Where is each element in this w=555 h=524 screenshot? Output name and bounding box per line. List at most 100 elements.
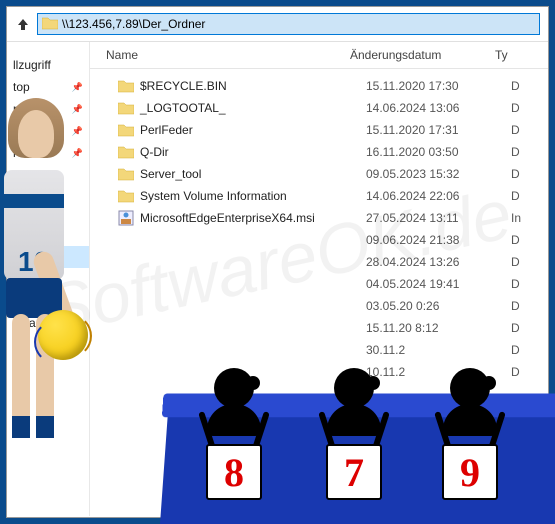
sidebar-item[interactable]: nloads 📌	[7, 98, 89, 120]
file-type-text: D	[511, 321, 520, 335]
file-row[interactable]: $RECYCLE.BIN 15.11.2020 17:30D	[90, 75, 548, 97]
file-type-text: D	[511, 123, 520, 137]
pin-icon: 📌	[72, 126, 83, 137]
sidebar-item[interactable]: mente 📌	[7, 120, 89, 142]
column-modified[interactable]: Änderungsdatum	[350, 48, 495, 62]
file-name-cell: PerlFeder	[118, 123, 366, 137]
file-name-text: MicrosoftEdgeEnterpriseX64.msi	[140, 211, 315, 225]
sidebar-item[interactable]: Objekte	[7, 202, 89, 224]
sidebar-item[interactable]: umente	[7, 290, 89, 312]
file-row[interactable]: PerlFeder 15.11.2020 17:31D	[90, 119, 548, 141]
file-type-text: D	[511, 189, 520, 203]
file-type-text: D	[511, 277, 520, 291]
up-arrow-icon[interactable]	[15, 16, 31, 32]
sidebar-item[interactable]: top 📌	[7, 76, 89, 98]
file-name-text: System Volume Information	[140, 189, 287, 203]
file-date-text: 14.06.2024 22:06	[366, 189, 511, 203]
folder-icon	[118, 123, 134, 137]
file-type-text: D	[511, 145, 520, 159]
sidebar-item[interactable]	[7, 194, 89, 202]
sidebar-item[interactable]: r	[7, 224, 89, 246]
file-date-text: 15.11.2020 17:30	[366, 79, 511, 93]
pin-icon: 📌	[72, 148, 83, 159]
explorer-content: llzugrifftop📌nloads📌mente📌r📌cBener1Objek…	[7, 42, 548, 516]
file-row[interactable]: 10.11.2D	[90, 361, 548, 383]
file-type-text: D	[511, 299, 520, 313]
pin-icon: 📌	[72, 104, 83, 115]
column-headers: Name Änderungsdatum Ty	[90, 42, 548, 69]
folder-icon	[118, 145, 134, 159]
file-row[interactable]: Server_tool 09.05.2023 15:32D	[90, 163, 548, 185]
file-name-text: Q-Dir	[140, 145, 169, 159]
file-name-cell: Q-Dir	[118, 145, 366, 159]
column-type[interactable]: Ty	[495, 48, 508, 62]
file-type-text: D	[511, 365, 520, 379]
file-type-text: In	[511, 211, 521, 225]
folder-icon	[118, 101, 134, 115]
file-date-text: 15.11.2020 17:31	[366, 123, 511, 137]
explorer-window: \\123.456,7.89\Der_Ordner llzugrifftop📌n…	[0, 0, 555, 524]
file-name-cell: $RECYCLE.BIN	[118, 79, 366, 93]
file-date-text: 03.05.20 0:26	[366, 299, 511, 313]
file-row[interactable]: MicrosoftEdgeEnterpriseX64.msi27.05.2024…	[90, 207, 548, 229]
sidebar-item[interactable]: nloads	[7, 312, 89, 334]
column-name[interactable]: Name	[90, 48, 350, 62]
file-name-text: $RECYCLE.BIN	[140, 79, 227, 93]
file-row[interactable]: 15.11.20 8:12D	[90, 317, 548, 339]
file-date-text: 15.11.20 8:12	[366, 321, 511, 335]
file-row[interactable]: 04.05.2024 19:41D	[90, 273, 548, 295]
folder-icon	[118, 167, 134, 181]
file-date-text: 04.05.2024 19:41	[366, 277, 511, 291]
address-bar: \\123.456,7.89\Der_Ordner	[7, 7, 548, 42]
file-list-pane: Name Änderungsdatum Ty $RECYCLE.BIN 15.11…	[90, 42, 548, 516]
file-rows: $RECYCLE.BIN15.11.2020 17:30D_LOGTOOTAL_…	[90, 69, 548, 383]
address-field[interactable]: \\123.456,7.89\Der_Ordner	[37, 13, 540, 35]
file-type-text: D	[511, 101, 520, 115]
file-row[interactable]: 09.06.2024 21:38D	[90, 229, 548, 251]
file-date-text: 14.06.2024 13:06	[366, 101, 511, 115]
pin-icon: 📌	[72, 82, 83, 93]
sidebar-item-label: mente	[13, 124, 46, 138]
file-type-text: D	[511, 343, 520, 357]
sidebar-item[interactable]: A (66.1	[7, 246, 89, 268]
file-type-text: D	[511, 233, 520, 247]
sidebar-item-label: r	[13, 146, 17, 160]
sidebar-item-label: top	[13, 272, 30, 286]
file-name-text: Server_tool	[140, 167, 201, 181]
navigation-sidebar: llzugrifftop📌nloads📌mente📌r📌cBener1Objek…	[7, 42, 90, 516]
file-type-text: D	[511, 79, 520, 93]
installer-icon	[118, 210, 134, 226]
file-row[interactable]: 28.04.2024 13:26D	[90, 251, 548, 273]
sidebar-item-label: nloads	[13, 316, 48, 330]
file-row[interactable]: System Volume Information 14.06.2024 22:0…	[90, 185, 548, 207]
file-row[interactable]: _LOGTOOTAL_14.06.2024 13:06D	[90, 97, 548, 119]
file-row[interactable]: Q-Dir 16.11.2020 03:50D	[90, 141, 548, 163]
sidebar-item[interactable]	[7, 186, 89, 194]
sidebar-item-label: llzugriff	[13, 58, 51, 72]
file-row[interactable]: 03.05.20 0:26D	[90, 295, 548, 317]
explorer-pane: \\123.456,7.89\Der_Ordner llzugrifftop📌n…	[6, 6, 549, 518]
folder-icon	[118, 79, 134, 93]
sidebar-item-label: nloads	[13, 102, 48, 116]
file-date-text: 10.11.2	[366, 365, 511, 379]
file-row[interactable]: 30.11.2D	[90, 339, 548, 361]
sidebar-item[interactable]: cBener1	[7, 164, 89, 186]
file-name-cell: MicrosoftEdgeEnterpriseX64.msi	[118, 210, 366, 226]
file-name-cell: System Volume Information	[118, 189, 366, 203]
sidebar-item[interactable]: r📌	[7, 142, 89, 164]
folder-icon	[42, 16, 58, 32]
file-type-text: D	[511, 255, 520, 269]
sidebar-item[interactable]: top	[7, 268, 89, 290]
sidebar-item-label: top	[13, 80, 30, 94]
file-name-text: PerlFeder	[140, 123, 193, 137]
sidebar-item-label: A (66.1	[13, 250, 51, 264]
sidebar-item[interactable]: llzugriff	[7, 54, 89, 76]
file-date-text: 09.05.2023 15:32	[366, 167, 511, 181]
file-type-text: D	[511, 167, 520, 181]
sidebar-item-label: r	[13, 228, 17, 242]
file-name-cell: _LOGTOOTAL_	[118, 101, 366, 115]
file-date-text: 09.06.2024 21:38	[366, 233, 511, 247]
sidebar-item-label: cBener1	[13, 168, 58, 182]
sidebar-item-label: umente	[13, 294, 53, 308]
file-date-text: 16.11.2020 03:50	[366, 145, 511, 159]
